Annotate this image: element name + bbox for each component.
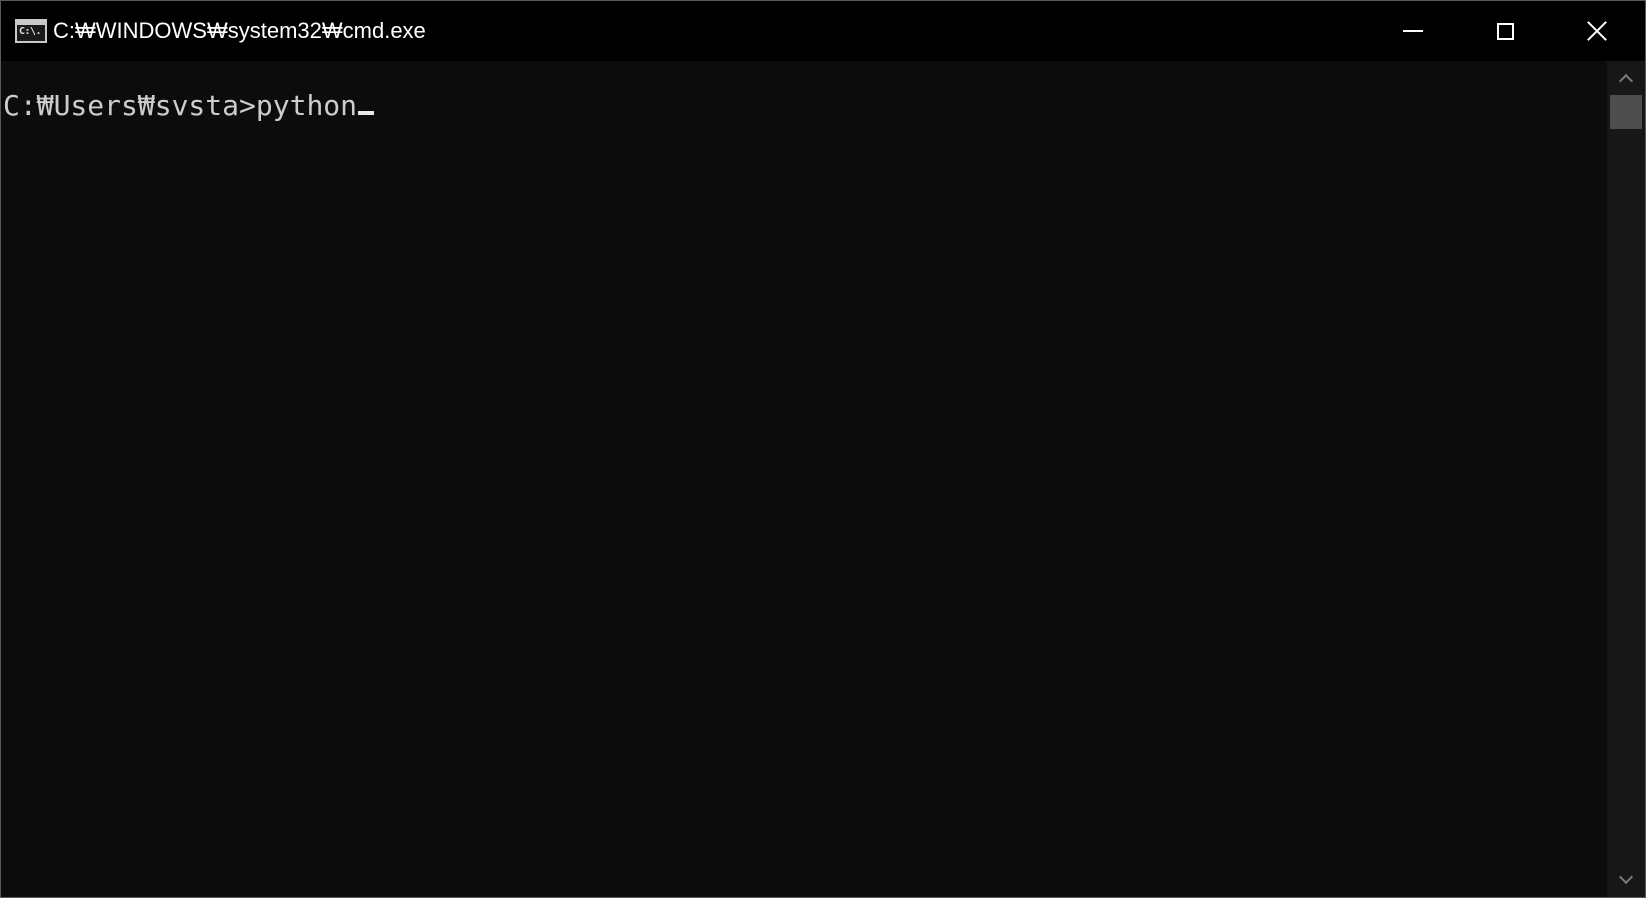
chevron-up-icon [1618,73,1634,89]
window-title: C:₩WINDOWS₩system32₩cmd.exe [53,18,426,43]
cmd-app-icon[interactable]: C:\. [15,19,47,43]
scroll-thumb[interactable] [1610,95,1642,129]
cmd-window: C:\. C:₩WINDOWS₩system32₩cmd.exe C:₩User… [0,0,1646,898]
minimize-icon [1403,30,1423,32]
typed-command: python [255,89,358,122]
chevron-down-icon [1618,869,1634,885]
console-output[interactable]: C:₩Users₩svsta> python [1,61,1607,897]
maximize-icon [1496,22,1514,40]
minimize-button[interactable] [1367,1,1459,61]
close-button[interactable] [1551,1,1643,61]
scroll-down-button[interactable] [1607,863,1645,897]
title-bar[interactable]: C:\. C:₩WINDOWS₩system32₩cmd.exe [1,1,1645,61]
scroll-up-button[interactable] [1607,61,1645,95]
text-cursor [358,111,375,115]
app-icon-label: C:\. [19,26,42,37]
close-icon [1586,20,1608,42]
prompt-text: C:₩Users₩svsta> [3,89,256,122]
command-line[interactable]: C:₩Users₩svsta> python [3,89,375,123]
maximize-button[interactable] [1459,1,1551,61]
vertical-scrollbar[interactable] [1607,61,1645,897]
